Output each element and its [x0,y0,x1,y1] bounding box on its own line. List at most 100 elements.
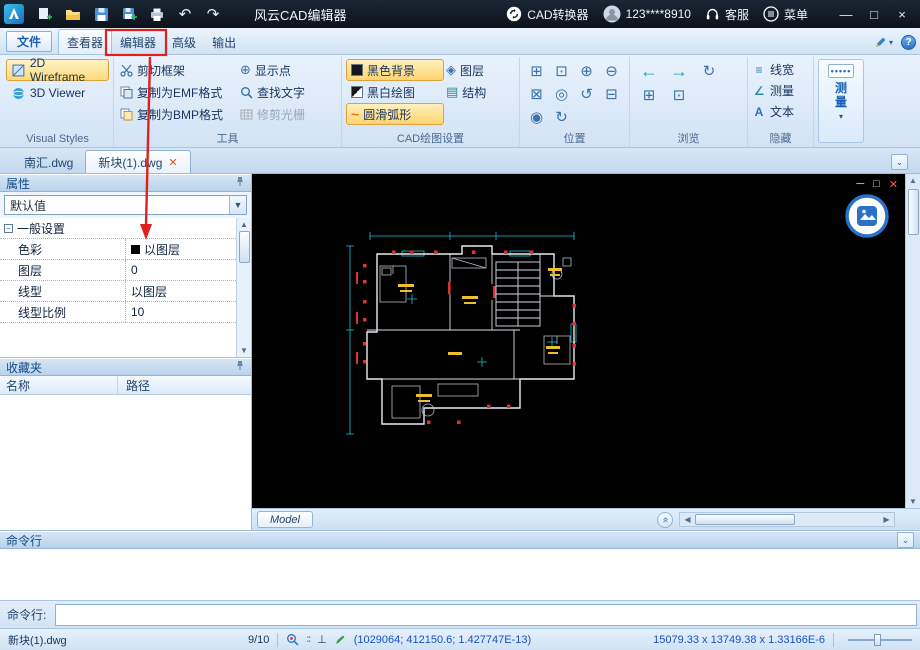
scroll-left-icon[interactable]: ◀ [680,515,695,524]
previous-sheet-icon[interactable]: ⊞ [634,83,664,107]
open-file-button[interactable] [60,3,86,25]
find-text-button[interactable]: 查找文字 [238,81,340,103]
horizontal-scrollbar[interactable]: ◀ ▶ [679,512,895,527]
doc-close-icon[interactable]: ✕ [889,178,898,191]
tab-output[interactable]: 输出 [204,31,244,54]
convert-to-image-button[interactable] [844,193,890,239]
measure-tool-button[interactable]: ••••• 测量 ▾ [818,59,864,143]
tab-editor[interactable]: 编辑器 [112,31,164,54]
scroll-up-icon[interactable]: ▲ [909,174,917,187]
pin-icon[interactable] [235,360,245,374]
help-button[interactable]: ? [901,35,916,50]
scroll-down-icon[interactable]: ▼ [909,495,917,508]
trim-raster-button[interactable]: 修剪光栅 [238,103,340,125]
scrollbar-thumb[interactable] [695,514,795,525]
3d-viewer-button[interactable]: 3D Viewer [6,82,109,104]
pin-icon[interactable] [235,176,245,190]
refresh-view-icon[interactable]: ↻ [694,59,724,83]
tab-viewer[interactable]: 查看器 [58,29,113,54]
slider-thumb[interactable] [874,633,881,646]
black-background-toggle[interactable]: 黑色背景 [346,59,444,81]
command-history[interactable] [0,549,920,600]
doc-minimize-icon[interactable]: ─ [856,178,864,191]
property-value-ltscale[interactable]: 10 [126,302,236,322]
quick-style-dropdown[interactable]: ▾ [874,36,893,49]
orbit-left-icon[interactable]: ↺ [574,82,599,105]
doc-tab-nanhui[interactable]: 南汇.dwg [12,152,85,173]
black-white-drawing-toggle[interactable]: 黑白绘图 [346,81,444,103]
pan-window-icon[interactable]: ⊞ [524,59,549,82]
zoom-window-icon[interactable]: ⊡ [549,59,574,82]
zoom-out-icon[interactable]: ⊖ [599,59,624,82]
scroll-down-icon[interactable]: ▼ [240,344,248,357]
scrollbar-thumb[interactable] [238,231,250,263]
maximize-button[interactable]: □ [860,2,888,26]
structure-button[interactable]: ▤ 结构 [444,81,514,103]
copy-icon [120,108,133,120]
text-toggle[interactable]: A 文本 [752,101,809,122]
next-sheet-icon[interactable]: ⊡ [664,83,694,107]
layout-view-icon[interactable]: ⊟ [599,82,624,105]
scroll-right-icon[interactable]: ▶ [879,515,894,524]
scroll-up-icon[interactable]: ▲ [240,218,248,231]
tab-file[interactable]: 文件 [6,31,53,52]
collapse-panel-button[interactable]: ⌄ [897,532,914,548]
account-button[interactable]: 123****8910 [603,5,691,23]
redo-button[interactable]: ↷ [200,3,226,25]
zoom-in-icon[interactable]: ⊕ [574,59,599,82]
collapse-panel-button[interactable]: ⌄ [891,154,908,170]
zoom-extents-icon[interactable]: ◎ [549,82,574,105]
property-group-row[interactable]: − 一般设置 [0,218,236,239]
customer-service-button[interactable]: 客服 [705,6,749,23]
lineweight-toggle[interactable]: ≡ 线宽 [752,59,809,80]
snap-magnifier-icon[interactable] [286,633,299,646]
command-input[interactable] [55,603,917,626]
2d-wireframe-button[interactable]: 2D Wireframe [6,56,109,84]
collapse-expander-icon[interactable]: − [4,223,13,233]
command-prompt-label: 命令行: [7,608,47,622]
show-points-button[interactable]: ⊕ 显示点 [238,59,340,81]
scrollbar-thumb[interactable] [907,189,919,235]
print-button[interactable] [144,3,170,25]
tab-advanced[interactable]: 高级 [164,31,204,54]
layers-button[interactable]: ◈ 图层 [444,59,514,81]
new-file-button[interactable] [32,3,58,25]
save-as-button[interactable] [116,3,142,25]
back-arrow-icon[interactable]: ← [634,59,664,83]
orbit-right-icon[interactable]: ↻ [549,105,574,128]
property-value-linetype[interactable]: 以图层 [126,281,236,301]
group-label-visual-styles: Visual Styles [26,133,89,145]
copy-bmp-button[interactable]: 复制为BMP格式 [118,103,238,125]
smooth-arc-toggle[interactable]: ~ 圆滑弧形 [346,103,444,125]
doc-restore-icon[interactable]: □ [873,178,880,191]
copy-emf-button[interactable]: 复制为EMF格式 [118,81,238,103]
cad-converter-button[interactable]: CAD转换器 [506,6,589,23]
expand-chevrons-button[interactable]: « [657,511,673,528]
zoom-center-icon[interactable]: ◉ [524,105,549,128]
menu-button[interactable]: 菜单 [763,6,808,23]
forward-arrow-icon[interactable]: → [664,59,694,83]
save-button[interactable] [88,3,114,25]
property-value-color[interactable]: 以图层 [126,239,236,259]
vertical-scrollbar[interactable]: ▲ ▼ [905,174,920,508]
model-tab[interactable]: Model [257,511,313,528]
title-bar: ↶ ↷ 风云CAD编辑器 CAD转换器 123****8910 客服 菜单 — [0,0,920,28]
zoom-selection-icon[interactable]: ⊠ [524,82,549,105]
property-grid-scrollbar[interactable]: ▲ ▼ [236,218,251,357]
close-button[interactable]: × [888,2,916,26]
favorites-list[interactable] [0,395,251,530]
preset-dropdown[interactable]: 默认值 ▼ [4,195,247,215]
close-tab-icon[interactable]: ✕ [168,156,177,169]
grid-snap-icon[interactable]: ∶∶ [306,633,311,646]
draft-pencil-icon[interactable] [334,634,346,646]
property-value-layer[interactable]: 0 [126,260,236,280]
clip-frame-button[interactable]: 剪切框架 [118,59,238,81]
ortho-icon[interactable]: ⊥ [317,633,327,646]
minimize-button[interactable]: — [832,2,860,26]
measure-toggle[interactable]: ∠ 测量 [752,80,809,101]
group-cad-settings: 黑色背景 黑白绘图 ~ 圆滑弧形 ◈ 图层 ▤ 结构 CAD绘图设置 [342,57,520,147]
zoom-slider[interactable] [848,633,912,647]
undo-button[interactable]: ↶ [172,3,198,25]
drawing-canvas[interactable]: ─ □ ✕ ▲ ▼ Model « ◀ ▶ [252,174,920,530]
doc-tab-xinkuai[interactable]: 新块(1).dwg ✕ [85,150,191,173]
